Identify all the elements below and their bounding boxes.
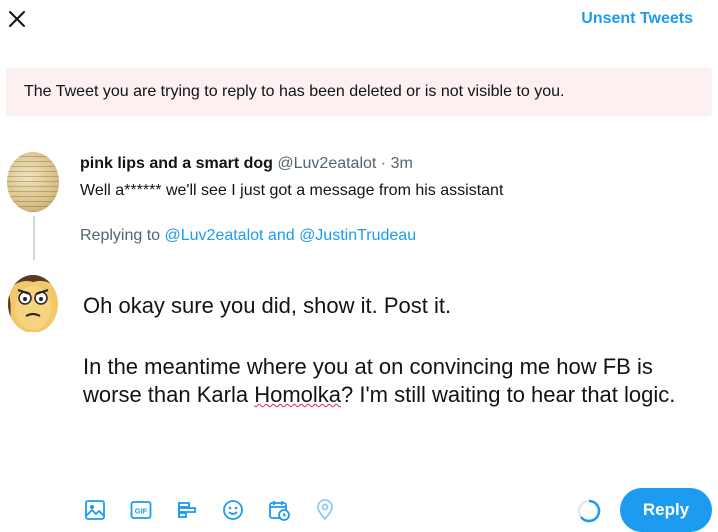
progress-ring-icon: [577, 499, 601, 523]
schedule-icon: [269, 501, 290, 521]
original-tweet-time: 3m: [390, 155, 413, 172]
original-tweet-text: Well a****** we'll see I just got a mess…: [80, 182, 504, 199]
original-author-handle[interactable]: @Luv2eatalot: [277, 155, 376, 172]
gif-button[interactable]: GIF: [128, 497, 154, 523]
reply-compose-text[interactable]: Oh okay sure you did, show it. Post it. …: [83, 292, 703, 409]
gif-icon: GIF: [130, 501, 152, 519]
notice-text: The Tweet you are trying to reply to has…: [24, 83, 565, 100]
close-icon: [9, 11, 25, 27]
emoji-button[interactable]: [220, 497, 246, 523]
compose-paragraph-2: In the meantime where you at on convinci…: [83, 353, 703, 409]
close-button[interactable]: [6, 8, 28, 30]
svg-text:GIF: GIF: [135, 507, 148, 516]
location-button[interactable]: [312, 497, 338, 523]
original-author-name[interactable]: pink lips and a smart dog: [80, 155, 273, 172]
compose-text-after: ? I'm still waiting to hear that logic.: [341, 382, 676, 407]
compose-toolbar: GIF: [82, 496, 358, 524]
compose-paragraph-1: Oh okay sure you did, show it. Post it.: [83, 293, 452, 318]
poll-button[interactable]: [174, 497, 200, 523]
reply-button[interactable]: Reply: [620, 488, 712, 532]
unsent-tweets-link[interactable]: Unsent Tweets: [581, 10, 693, 28]
location-icon: [317, 499, 333, 521]
replying-to: Replying to @Luv2eatalot and @JustinTrud…: [80, 227, 416, 245]
thread-line: [33, 216, 35, 260]
misspelled-word[interactable]: Homolka: [254, 382, 341, 407]
schedule-button[interactable]: [266, 497, 292, 523]
media-icon: [85, 500, 105, 520]
character-count-progress: [576, 498, 602, 524]
replying-users-link[interactable]: @Luv2eatalot and @JustinTrudeau: [165, 227, 417, 244]
media-button[interactable]: [82, 497, 108, 523]
replying-prefix: Replying to: [80, 227, 165, 244]
original-author-avatar[interactable]: [7, 152, 59, 212]
deleted-tweet-notice: The Tweet you are trying to reply to has…: [6, 68, 712, 116]
cartoon-face-avatar: [8, 275, 58, 332]
original-tweet-header: pink lips and a smart dog @Luv2eatalot ·…: [80, 155, 413, 173]
meta-separator: ·: [376, 155, 391, 172]
poll-icon: [178, 502, 196, 518]
my-avatar[interactable]: [8, 272, 58, 332]
emoji-icon: [223, 500, 243, 520]
